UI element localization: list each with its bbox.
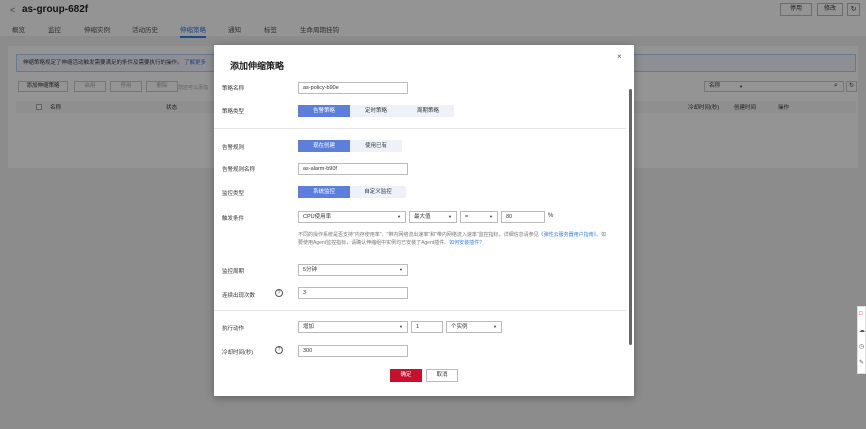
chevron-down-icon: ▼ (399, 267, 403, 272)
monitor-type-label: 监控类型 (222, 191, 245, 197)
trigger-threshold-input[interactable]: 80 (501, 211, 545, 223)
trigger-unit: % (548, 213, 554, 219)
trigger-label: 触发条件 (222, 216, 245, 222)
dialog-body: 策略名称 as-policy-b90e 策略类型 告警策略 定时策略 周期策略 … (214, 79, 626, 379)
policy-type-alarm[interactable]: 告警策略 (298, 105, 350, 117)
action-select[interactable]: 增加 ▼ (298, 321, 408, 333)
action-label: 执行动作 (222, 326, 245, 332)
policy-type-periodic[interactable]: 周期策略 (402, 105, 454, 117)
trigger-aggregation-select[interactable]: 最大值 ▼ (409, 211, 457, 223)
alarm-rule-name-input[interactable]: as-alarm-b90f (298, 163, 408, 175)
policy-name-input[interactable]: as-policy-b90e (298, 82, 408, 94)
cooldown-label: 冷却时间(秒) (222, 350, 254, 356)
policy-name-label: 策略名称 (222, 86, 245, 92)
trigger-note: 不同的操作系统是否支持"内存使用率"、"带内网络流出速率"和"带内网络流入速率"… (298, 232, 607, 246)
action-count-input[interactable]: 1 (411, 321, 443, 333)
install-plugin-link[interactable]: 如何安装插件? (449, 240, 482, 246)
feedback-icon[interactable]: □ (859, 311, 863, 317)
ok-button[interactable]: 确定 (390, 369, 422, 382)
side-float-bar: □ ☁ ◷ ✎ (857, 306, 866, 374)
alarm-rule-create[interactable]: 现在创建 (298, 140, 350, 152)
help-icon[interactable]: ? (275, 289, 283, 297)
clock-icon[interactable]: ◷ (859, 343, 864, 350)
add-policy-dialog: 添加伸缩策略 × 策略名称 as-policy-b90e 策略类型 告警策略 定… (214, 45, 634, 396)
alarm-rule-existing[interactable]: 使用已有 (350, 140, 402, 152)
monitor-type-system[interactable]: 系统监控 (298, 186, 350, 198)
policy-type-scheduled[interactable]: 定时策略 (350, 105, 402, 117)
cloud-icon[interactable]: ☁ (859, 327, 865, 334)
cooldown-input[interactable]: 300 (298, 345, 408, 357)
monitor-type-custom[interactable]: 自定义监控 (350, 186, 406, 198)
dialog-title: 添加伸缩策略 (230, 61, 285, 71)
period-label: 监控周期 (222, 269, 245, 275)
close-icon[interactable]: × (617, 52, 622, 61)
trigger-operator-select[interactable]: = ▼ (460, 211, 498, 223)
times-input[interactable]: 3 (298, 287, 408, 299)
chevron-down-icon: ▼ (489, 214, 493, 219)
dialog-scrollbar-thumb[interactable] (629, 89, 632, 345)
alarm-rule-label: 告警规则 (222, 145, 245, 151)
times-label: 连续出现次数 (222, 293, 256, 299)
chevron-down-icon: ▼ (399, 324, 403, 329)
alarm-rule-name-label: 告警规则名称 (222, 167, 256, 173)
dialog-footer: 确定 取消 (214, 363, 634, 396)
chevron-down-icon: ▼ (448, 214, 452, 219)
chevron-down-icon: ▼ (397, 214, 401, 219)
action-unit-select[interactable]: 个实例 ▼ (446, 321, 502, 333)
period-select[interactable]: 5分钟 ▼ (298, 264, 408, 276)
guide-link[interactable]: 《弹性云服务器用户指南》 (539, 232, 597, 238)
divider (214, 310, 626, 311)
divider (214, 128, 626, 129)
chevron-down-icon: ▼ (493, 324, 497, 329)
policy-type-label: 策略类型 (222, 109, 245, 115)
trigger-metric-select[interactable]: CPU使用率 ▼ (298, 211, 406, 223)
help-icon[interactable]: ? (275, 346, 283, 354)
cancel-button[interactable]: 取消 (426, 369, 458, 382)
edit-note-icon[interactable]: ✎ (859, 359, 864, 366)
